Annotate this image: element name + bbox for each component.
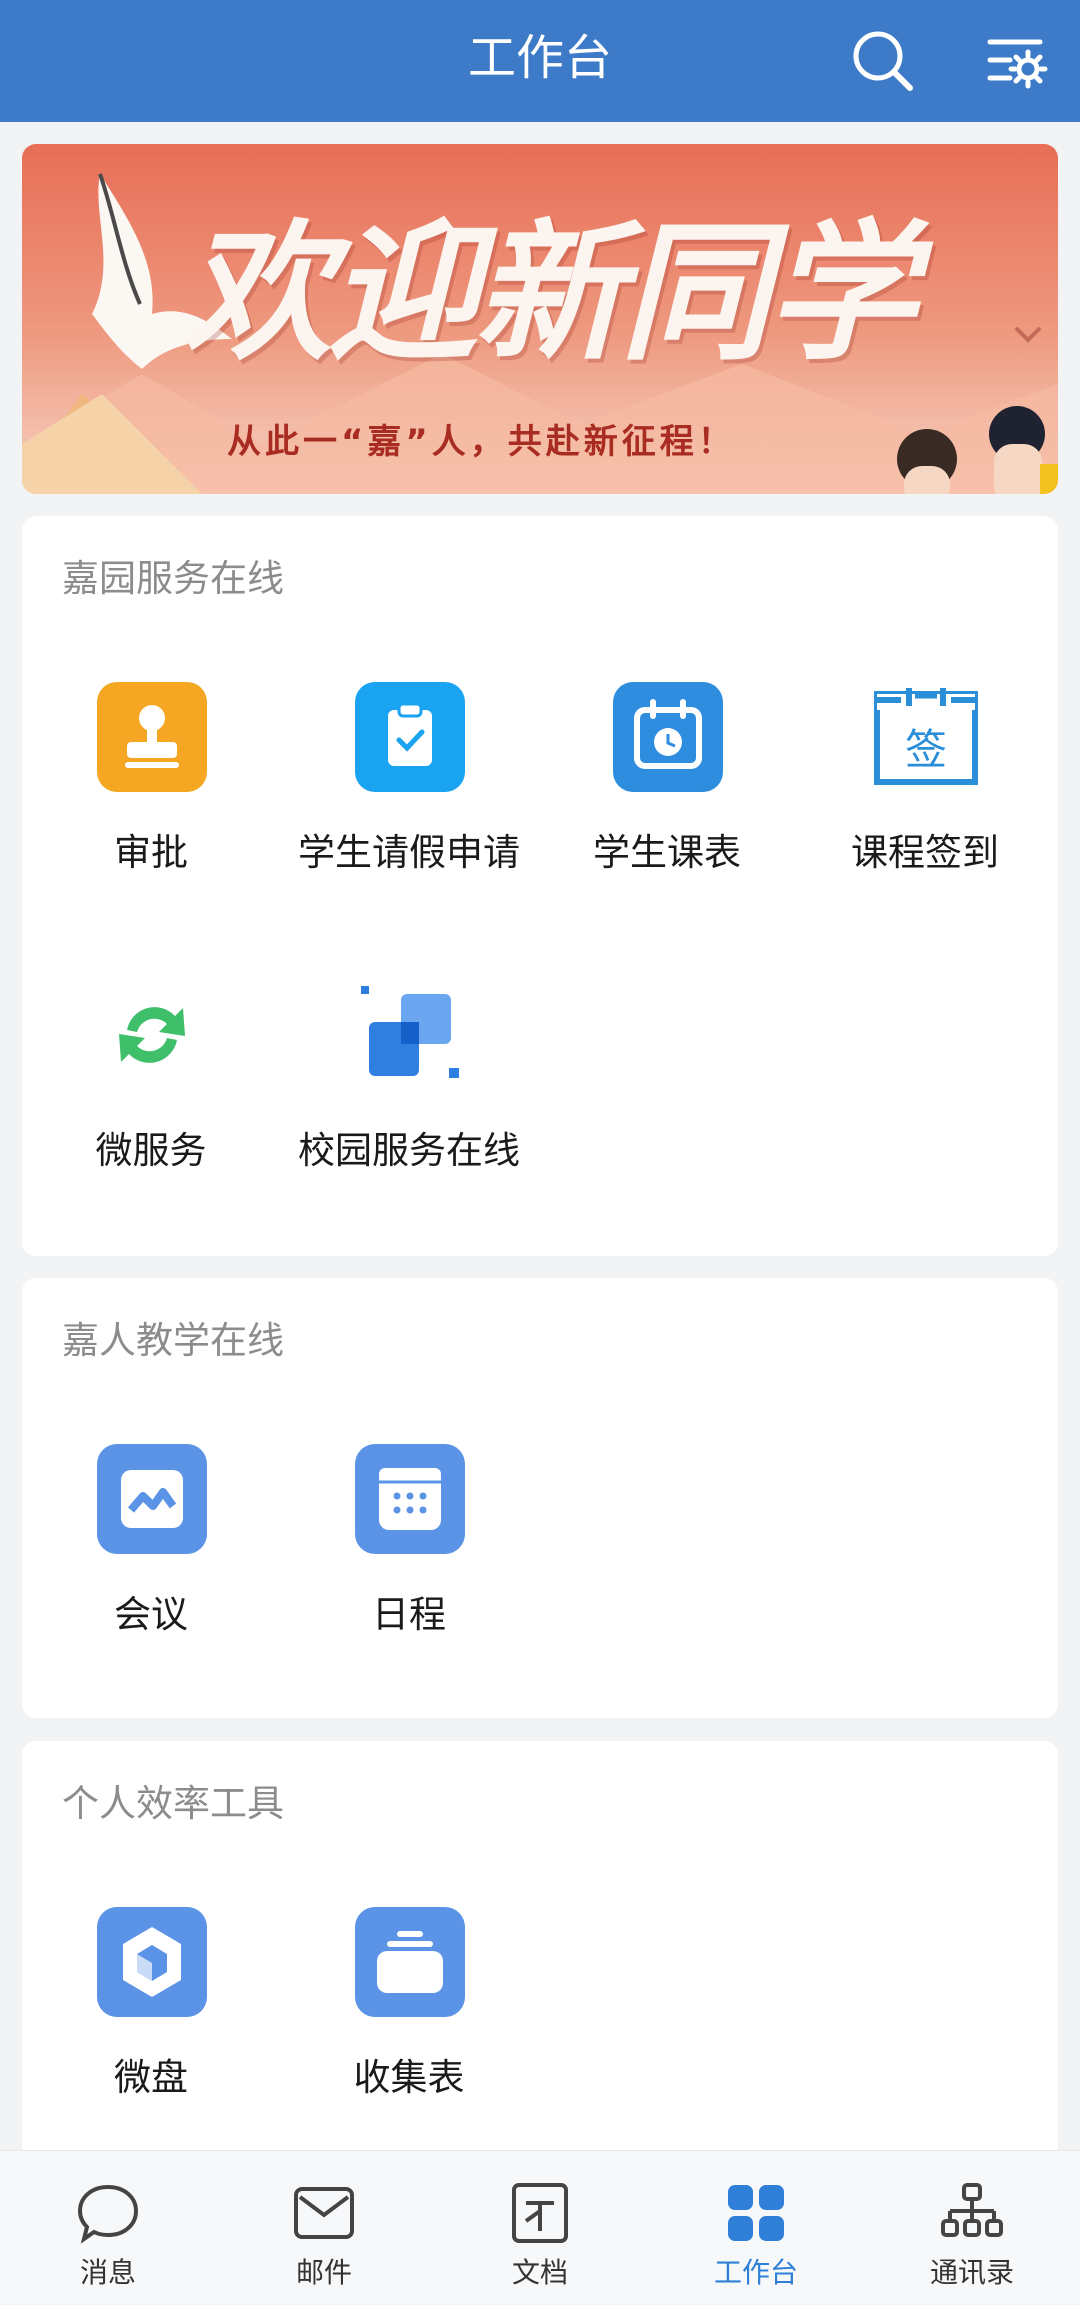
calendar-clock-icon — [613, 682, 723, 792]
app-label: 校园服务在线 — [298, 1129, 520, 1172]
app-label: 微服务 — [95, 1129, 207, 1172]
list-settings-icon[interactable] — [976, 22, 1054, 100]
banner-subline: 从此一“嘉”人，共赴新征程！ — [227, 422, 736, 462]
tab-label: 文档 — [511, 2256, 568, 2289]
app-label: 课程签到 — [851, 831, 999, 874]
tab-label: 消息 — [79, 2256, 136, 2289]
app-tile-student-timetable[interactable]: 学生课表 — [538, 682, 796, 902]
app-tile-course-signin[interactable]: 签 课程签到 — [796, 682, 1054, 902]
tab-workbench[interactable]: 工作台 — [648, 2151, 864, 2305]
tab-label: 通讯录 — [929, 2256, 1014, 2289]
chevron-down-icon[interactable] — [1008, 314, 1048, 354]
app-label: 会议 — [114, 1593, 188, 1636]
app-label: 日程 — [372, 1593, 446, 1636]
section-card-campus-services: 嘉园服务在线 审批 学生请假申请 学生课表 签 课程签到 微服务 校园服务在线 — [22, 516, 1058, 1256]
search-icon[interactable] — [844, 22, 922, 100]
app-tile-campus-service-online[interactable]: 校园服务在线 — [280, 980, 538, 1200]
section-title: 个人效率工具 — [62, 1782, 284, 1825]
chat-bubble-icon — [77, 2184, 139, 2244]
tab-mail[interactable]: 邮件 — [216, 2151, 432, 2305]
stamp-icon — [97, 682, 207, 792]
tab-label: 工作台 — [713, 2256, 798, 2289]
app-tile-student-leave[interactable]: 学生请假申请 — [280, 682, 538, 902]
top-bar: 工作台 — [0, 0, 1080, 122]
document-icon — [512, 2183, 568, 2243]
tab-docs[interactable]: 文档 — [432, 2151, 648, 2305]
app-tile-approval[interactable]: 审批 — [22, 682, 280, 902]
section-card-productivity-tools: 个人效率工具 微盘 收集表 — [22, 1741, 1058, 2161]
org-chart-icon — [941, 2183, 1003, 2237]
mail-icon — [294, 2187, 354, 2239]
banner-headline: 欢迎新同学 — [182, 205, 916, 381]
schedule-icon — [355, 1444, 465, 1554]
clipboard-check-icon — [355, 682, 465, 792]
app-tile-collect-form[interactable]: 收集表 — [280, 1907, 538, 2127]
bottom-tab-bar: 消息 邮件 文档 工作台 通讯录 — [0, 2150, 1080, 2304]
svg-text:签: 签 — [905, 725, 947, 774]
green-arrows-icon — [97, 980, 207, 1090]
app-label: 审批 — [114, 831, 188, 874]
collect-form-icon — [355, 1907, 465, 2017]
tab-contacts[interactable]: 通讯录 — [864, 2151, 1080, 2305]
sign-calendar-icon: 签 — [871, 682, 981, 792]
cube-drive-icon — [97, 1907, 207, 2017]
app-tile-schedule[interactable]: 日程 — [280, 1444, 538, 1664]
welcome-banner[interactable]: 欢迎新同学 从此一“嘉”人，共赴新征程！ — [22, 144, 1058, 494]
tab-label: 邮件 — [295, 2256, 352, 2289]
app-tile-meeting[interactable]: 会议 — [22, 1444, 280, 1664]
blue-squares-icon — [355, 980, 465, 1090]
section-title: 嘉人教学在线 — [62, 1319, 284, 1362]
app-tile-micro-drive[interactable]: 微盘 — [22, 1907, 280, 2127]
app-tile-micro-service[interactable]: 微服务 — [22, 980, 280, 1200]
meeting-icon — [97, 1444, 207, 1554]
app-label: 收集表 — [353, 2056, 465, 2099]
section-card-teaching-online: 嘉人教学在线 会议 日程 — [22, 1278, 1058, 1718]
app-label: 学生请假申请 — [298, 831, 520, 874]
grid-icon — [728, 2185, 784, 2241]
tab-messages[interactable]: 消息 — [0, 2151, 216, 2305]
app-label: 微盘 — [114, 2056, 188, 2099]
section-title: 嘉园服务在线 — [62, 557, 284, 600]
app-label: 学生课表 — [593, 831, 741, 874]
